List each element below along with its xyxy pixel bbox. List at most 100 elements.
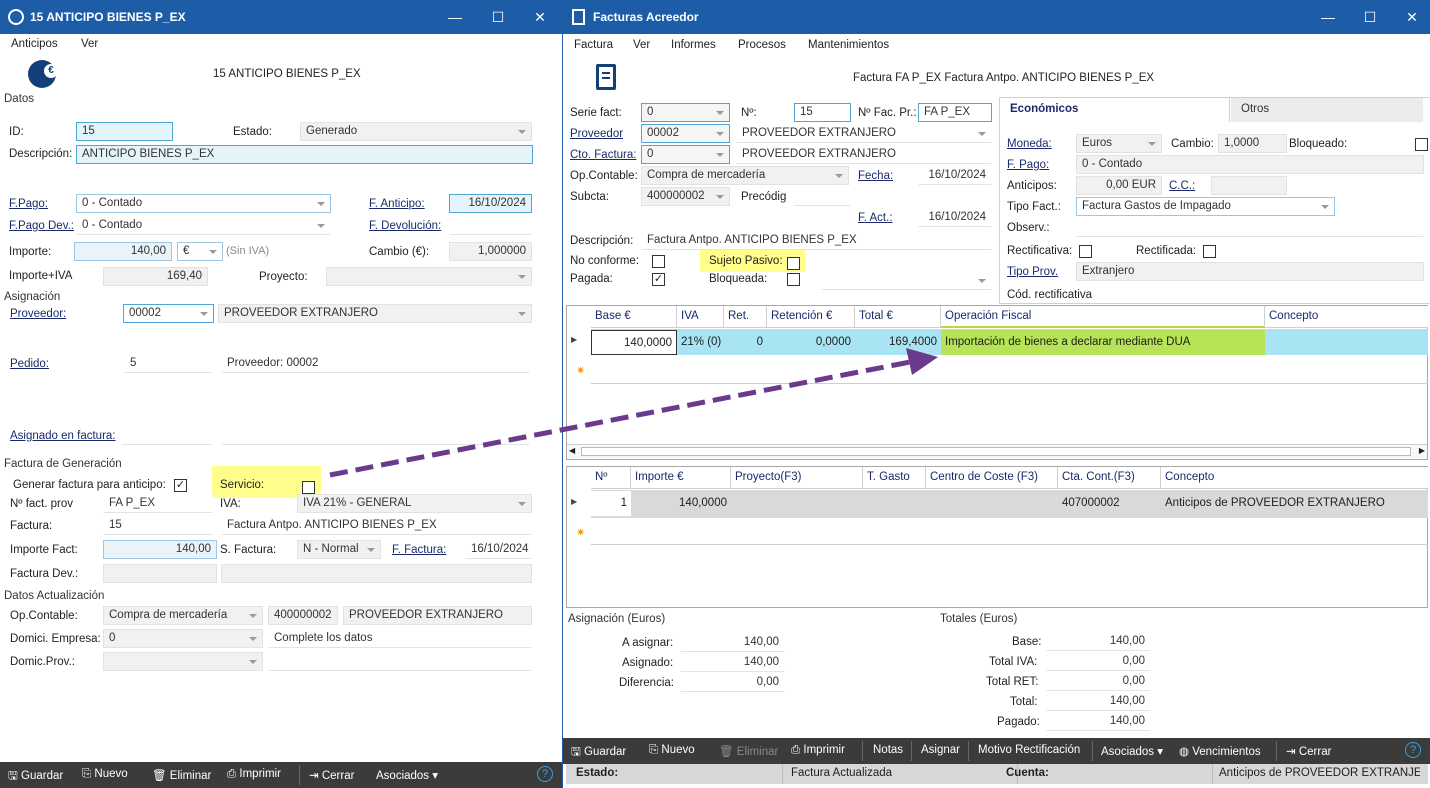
- tab-otros[interactable]: Otros: [1231, 98, 1423, 122]
- proveedor-label[interactable]: Proveedor: [570, 128, 623, 140]
- menu-anticipos[interactable]: Anticipos: [11, 38, 58, 50]
- cell-cta-cont[interactable]: 407000002: [1058, 491, 1161, 516]
- minimize-icon[interactable]: —: [443, 6, 467, 28]
- cell-iva[interactable]: 21% (0): [677, 330, 724, 355]
- asignar-button[interactable]: Asignar: [921, 744, 960, 756]
- help-icon[interactable]: ?: [1405, 742, 1421, 758]
- fecha-label[interactable]: Fecha:: [858, 170, 893, 182]
- help-icon[interactable]: ?: [537, 766, 553, 782]
- asociados-button[interactable]: Asociados ▾: [1101, 744, 1163, 758]
- importe-fact-field[interactable]: 140,00: [103, 540, 217, 559]
- bloqueada-checkbox[interactable]: [787, 273, 800, 286]
- cell-retencion[interactable]: 0,0000: [767, 330, 855, 355]
- fanticipo-field[interactable]: 16/10/2024: [449, 194, 532, 213]
- close-icon[interactable]: ✕: [528, 6, 552, 28]
- grid-header-retencion[interactable]: Retención €: [767, 306, 855, 328]
- fdevolucion-field[interactable]: [449, 216, 532, 235]
- menu-mantenimientos[interactable]: Mantenimientos: [808, 39, 889, 51]
- grid-header-centro-coste[interactable]: Centro de Coste (F3): [926, 467, 1058, 489]
- pedido-field[interactable]: 5: [124, 354, 212, 373]
- imprimir-button[interactable]: ⎙ Imprimir: [791, 744, 845, 757]
- eliminar-button[interactable]: 🗑 Eliminar: [152, 768, 211, 782]
- motivo-rectificacion-button[interactable]: Motivo Rectificación: [978, 744, 1080, 756]
- nuevo-button[interactable]: ⎘ Nuevo: [82, 768, 128, 781]
- grid-header-cta-cont[interactable]: Cta. Cont.(F3): [1058, 467, 1161, 489]
- cell-importe[interactable]: 140,0000: [631, 491, 731, 516]
- cerrar-button[interactable]: ⇥ Cerrar: [1286, 744, 1331, 758]
- cto-factura-label[interactable]: Cto. Factura:: [570, 149, 636, 161]
- vencimientos-button[interactable]: ◍ Vencimientos: [1179, 744, 1261, 758]
- proveedor-name-select[interactable]: PROVEEDOR EXTRANJERO: [736, 124, 992, 143]
- proveedor-name-select[interactable]: PROVEEDOR EXTRANJERO: [218, 304, 532, 323]
- bloqueada-select[interactable]: [821, 271, 992, 290]
- estado-select[interactable]: Generado: [300, 122, 532, 141]
- notas-button[interactable]: Notas: [873, 744, 903, 756]
- observ-field[interactable]: [1076, 218, 1424, 237]
- cell-ret[interactable]: 0: [724, 330, 767, 355]
- cell-numero[interactable]: 1: [591, 491, 631, 516]
- serie-select[interactable]: 0: [641, 103, 730, 122]
- fpago-label[interactable]: F.Pago:: [9, 198, 48, 210]
- importe-field[interactable]: 140,00: [74, 242, 172, 261]
- grid-header-ret[interactable]: Ret.: [724, 306, 767, 328]
- new-row[interactable]: [591, 519, 1428, 545]
- grid-header-operacion[interactable]: Operación Fiscal: [941, 306, 1265, 328]
- grid-header-concepto[interactable]: Concepto: [1161, 467, 1428, 489]
- grid-header-iva[interactable]: IVA: [677, 306, 724, 328]
- eliminar-button[interactable]: 🗑 Eliminar: [719, 744, 778, 758]
- horizontal-scrollbar[interactable]: ◀ ▶: [567, 444, 1427, 458]
- menu-informes[interactable]: Informes: [671, 39, 716, 51]
- iva-select[interactable]: IVA 21% - GENERAL: [297, 494, 532, 513]
- cambio-field[interactable]: 1,0000: [1218, 134, 1287, 153]
- asignado-factura-label[interactable]: Asignado en factura:: [10, 430, 116, 442]
- proveedor-code-select[interactable]: 00002: [123, 304, 214, 323]
- grid-header-tgasto[interactable]: T. Gasto: [863, 467, 926, 489]
- cell-base[interactable]: 140,0000: [591, 330, 677, 355]
- cerrar-button[interactable]: ⇥ Cerrar: [309, 768, 354, 782]
- subcta-select[interactable]: 400000002: [641, 187, 730, 206]
- fact-label[interactable]: F. Act.:: [858, 212, 893, 224]
- precodig-field[interactable]: [794, 187, 851, 206]
- f-factura-label[interactable]: F. Factura:: [392, 544, 446, 556]
- fanticipo-label[interactable]: F. Anticipo:: [369, 198, 425, 210]
- nfacpr-field[interactable]: FA P_EX: [918, 103, 992, 122]
- guardar-button[interactable]: 🖫 Guardar: [8, 768, 63, 787]
- imprimir-button[interactable]: ⎙ Imprimir: [227, 768, 281, 781]
- fpago-select[interactable]: 0 - Contado: [76, 194, 331, 213]
- facturas-titlebar[interactable]: Facturas Acreedor — ☐ ✕: [563, 0, 1430, 34]
- cell-operacion-fiscal[interactable]: Importación de bienes a declarar mediant…: [941, 330, 1265, 355]
- generar-factura-checkbox[interactable]: ✓: [174, 479, 187, 492]
- pagada-checkbox[interactable]: ✓: [652, 273, 665, 286]
- grid-header-total[interactable]: Total €: [855, 306, 941, 328]
- moneda-label[interactable]: Moneda:: [1007, 138, 1052, 150]
- new-row[interactable]: [591, 356, 1428, 384]
- fdevolucion-label[interactable]: F. Devolución:: [369, 220, 441, 232]
- anticipo-titlebar[interactable]: 15 ANTICIPO BIENES P_EX — ☐ ✕: [0, 0, 562, 34]
- grid-header-importe[interactable]: Importe €: [631, 467, 731, 489]
- cell-concepto[interactable]: Anticipos de PROVEEDOR EXTRANJERO: [1161, 491, 1428, 516]
- proyecto-select[interactable]: [326, 267, 532, 286]
- fpagodev-label[interactable]: F.Pago Dev.:: [9, 220, 74, 232]
- nfact-prov-field[interactable]: FA P_EX: [103, 494, 213, 513]
- grid-header-base[interactable]: Base €: [591, 306, 677, 328]
- rectificada-checkbox[interactable]: [1203, 245, 1216, 258]
- close-icon[interactable]: ✕: [1400, 6, 1424, 28]
- minimize-icon[interactable]: —: [1316, 6, 1340, 28]
- opcontable-select[interactable]: Compra de mercadería: [103, 606, 263, 625]
- fpago-field[interactable]: 0 - Contado: [1076, 155, 1424, 174]
- menu-ver[interactable]: Ver: [81, 38, 98, 50]
- pedido-label[interactable]: Pedido:: [10, 358, 49, 370]
- f-factura-field[interactable]: 16/10/2024: [465, 540, 532, 559]
- descripcion-field[interactable]: ANTICIPO BIENES P_EX: [76, 145, 533, 164]
- cc-field[interactable]: [1211, 176, 1287, 195]
- tipo-fact-select[interactable]: Factura Gastos de Impagado: [1076, 197, 1335, 216]
- maximize-icon[interactable]: ☐: [1358, 6, 1382, 28]
- servicio-checkbox[interactable]: [302, 481, 315, 494]
- cto-factura-select[interactable]: 0: [641, 145, 730, 164]
- fecha-field[interactable]: 16/10/2024: [918, 166, 992, 185]
- s-factura-select[interactable]: N - Normal: [297, 540, 381, 559]
- menu-procesos[interactable]: Procesos: [738, 39, 786, 51]
- fpago-label[interactable]: F. Pago:: [1007, 159, 1049, 171]
- id-field[interactable]: 15: [76, 122, 173, 141]
- grid-header-concepto[interactable]: Concepto: [1265, 306, 1428, 328]
